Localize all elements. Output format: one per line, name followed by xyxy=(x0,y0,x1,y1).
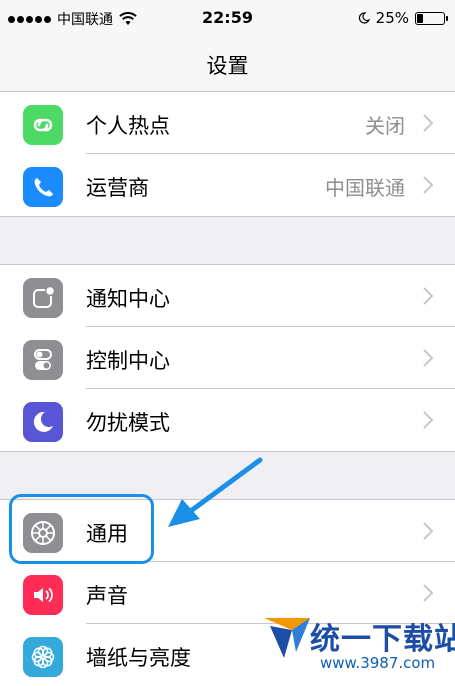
row-label: 个人热点 xyxy=(86,114,170,138)
settings-group-system: 通知中心 控制中心 勿扰模式 xyxy=(0,264,455,452)
settings-row-do-not-disturb[interactable]: 勿扰模式 xyxy=(0,389,455,451)
chevron-right-icon xyxy=(423,114,433,132)
general-highlight-box xyxy=(9,494,154,564)
settings-row-personal-hotspot[interactable]: 个人热点 关闭 xyxy=(0,92,455,154)
moon-icon xyxy=(23,402,63,442)
notification-center-icon xyxy=(23,278,63,318)
row-value: 中国联通 xyxy=(325,176,405,200)
chevron-right-icon xyxy=(423,584,433,602)
battery-icon xyxy=(415,11,448,25)
speaker-icon xyxy=(23,575,63,615)
status-right: 25% xyxy=(358,9,448,27)
chevron-right-icon xyxy=(423,176,433,194)
chevron-right-icon xyxy=(423,522,433,540)
hotspot-icon xyxy=(23,105,63,145)
watermark: 统一下载站 www.3987.com xyxy=(262,610,455,680)
row-label: 通知中心 xyxy=(86,287,170,311)
navigation-bar: 设置 xyxy=(0,36,455,92)
row-label: 运营商 xyxy=(86,176,149,200)
battery-percent: 25% xyxy=(375,9,409,27)
phone-icon xyxy=(23,167,63,207)
control-center-icon xyxy=(23,340,63,380)
chevron-right-icon xyxy=(423,287,433,305)
row-label: 勿扰模式 xyxy=(86,411,170,435)
chevron-right-icon xyxy=(423,411,433,429)
chevron-right-icon xyxy=(423,349,433,367)
status-bar: 中国联通 22:59 25% xyxy=(0,0,455,36)
annotation-arrow-icon xyxy=(168,457,263,527)
settings-group-network: 个人热点 关闭 运营商 中国联通 xyxy=(0,92,455,217)
settings-row-carrier[interactable]: 运营商 中国联通 xyxy=(0,154,455,216)
settings-row-notification-center[interactable]: 通知中心 xyxy=(0,265,455,327)
do-not-disturb-icon xyxy=(358,12,370,24)
wallpaper-icon xyxy=(23,637,63,677)
row-value: 关闭 xyxy=(365,114,405,138)
watermark-text: 统一下载站 xyxy=(310,622,455,657)
row-label: 声音 xyxy=(86,584,128,608)
page-title: 设置 xyxy=(206,54,249,78)
watermark-logo-icon xyxy=(264,618,310,658)
row-label: 墙纸与亮度 xyxy=(86,646,191,670)
settings-row-control-center[interactable]: 控制中心 xyxy=(0,327,455,389)
row-label: 控制中心 xyxy=(86,349,170,373)
watermark-url: www.3987.com xyxy=(320,654,436,672)
